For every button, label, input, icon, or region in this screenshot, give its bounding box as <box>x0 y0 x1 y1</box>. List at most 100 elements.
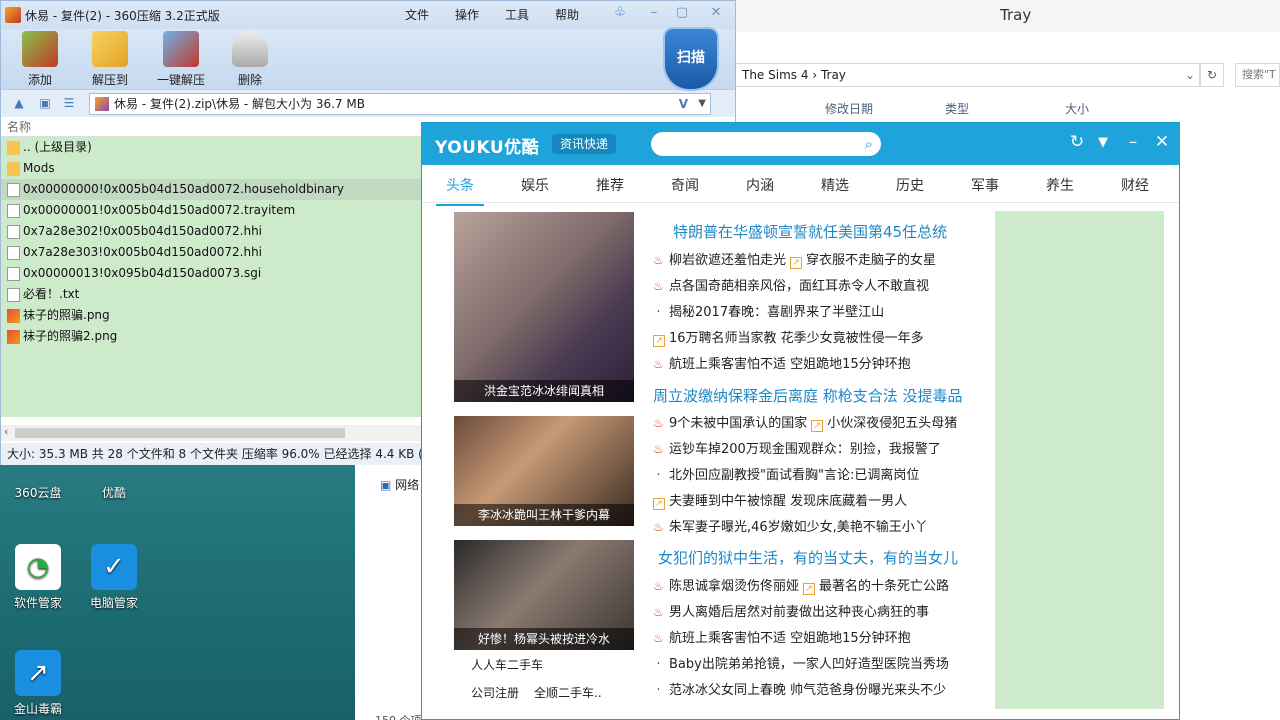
news-thumbnail[interactable]: 好惨！杨幂头被按进冷水 <box>454 540 634 650</box>
menu-operation[interactable]: 操作 <box>455 6 479 23</box>
menu-file[interactable]: 文件 <box>405 6 429 23</box>
desktop-icon-software-manager[interactable]: ◔ 软件管家 <box>3 544 73 611</box>
news-item[interactable]: · 范冰冰父女同上春晚 帅气范爸身份曝光来头不少 <box>653 679 946 698</box>
news-item[interactable]: ♨ 运钞车掉200万现金围观群众：别捡，我报警了 <box>653 438 941 457</box>
breadcrumb-sims4[interactable]: The Sims 4 <box>742 68 808 82</box>
news-thumbnail[interactable]: 李冰冰跪叫王林干爹内幕 <box>454 416 634 526</box>
close-button[interactable]: ✕ <box>705 5 727 23</box>
add-button[interactable]: 添加 <box>9 31 71 88</box>
file-name: .. (上级目录) <box>23 140 92 154</box>
news-item[interactable]: ♨ 朱军妻子曝光,46岁嫩如少女,美艳不输王小丫 <box>653 516 928 535</box>
column-modified[interactable]: 修改日期 <box>825 100 873 117</box>
nav-network[interactable]: ▣ 网络 <box>380 476 419 493</box>
list-view-icon[interactable]: ☰ <box>61 96 77 110</box>
youku-search-input[interactable]: ⌕ <box>651 132 881 156</box>
chevron-down-icon[interactable]: ⌄ <box>1185 64 1195 86</box>
network-icon: ▣ <box>380 478 392 492</box>
news-thumbnail[interactable]: 洪金宝范冰冰绯闻真相 <box>454 212 634 402</box>
file-icon <box>7 183 20 197</box>
link-company-registration[interactable]: 公司注册 <box>471 684 519 701</box>
explorer-search-input[interactable]: 搜索"T <box>1235 63 1280 87</box>
news-item[interactable]: ♨ 航班上乘客害怕不适 空姐跪地15分钟环抱 <box>653 627 911 646</box>
tab-0[interactable]: 头条 <box>430 175 490 206</box>
thumbnail-view-icon[interactable]: ▣ <box>37 96 53 110</box>
dropdown-icon[interactable]: ▼ <box>1092 135 1114 150</box>
skin-icon[interactable]: ♧ <box>609 5 631 23</box>
extract-folder-icon <box>92 31 128 67</box>
bullet-icon: · <box>656 657 661 672</box>
scrollbar-thumb[interactable] <box>15 428 345 438</box>
news-item[interactable]: ♨ 9个未被中国承认的国家 ↗ 小伙深夜侵犯五头母猪 <box>653 412 957 432</box>
flame-icon: ♨ <box>653 357 664 371</box>
maximize-button[interactable]: ▢ <box>671 5 693 23</box>
refresh-icon[interactable]: ↻ <box>1066 132 1088 152</box>
chevron-down-icon[interactable]: ▼ <box>698 94 706 114</box>
tab-7[interactable]: 军事 <box>955 175 1015 195</box>
up-arrow-icon[interactable]: ▲ <box>11 96 27 110</box>
tab-9[interactable]: 财经 <box>1105 175 1165 195</box>
flame-icon: ♨ <box>653 442 664 456</box>
tab-5[interactable]: 精选 <box>805 175 865 195</box>
scan-button[interactable]: 扫描 <box>665 29 717 89</box>
tab-6[interactable]: 历史 <box>880 175 940 195</box>
news-text-secondary[interactable]: 最著名的十条死亡公路 <box>819 579 949 594</box>
horizontal-scrollbar[interactable]: ‹ <box>1 425 421 441</box>
news-item[interactable]: · 揭秘2017春晚：喜剧界来了半壁江山 <box>653 301 884 320</box>
close-icon[interactable]: ✕ <box>1151 132 1173 152</box>
zip-pathbar: ▲ ▣ ☰ 休易 - 复件(2).zip\休易 - 解包大小为 36.7 MB … <box>1 89 735 117</box>
tab-8[interactable]: 养生 <box>1030 175 1090 195</box>
news-express-tag[interactable]: 资讯快递 <box>552 134 617 154</box>
minimize-icon[interactable]: – <box>1122 132 1144 152</box>
news-item[interactable]: ♨ 陈思诚拿烟烫伤佟丽娅 ↗ 最著名的十条死亡公路 <box>653 575 949 595</box>
delete-button[interactable]: 删除 <box>219 31 281 88</box>
tab-2[interactable]: 推荐 <box>580 175 640 195</box>
news-text-secondary[interactable]: 小伙深夜侵犯五头母猪 <box>827 416 957 431</box>
tab-1[interactable]: 娱乐 <box>505 175 565 195</box>
desktop-icon-pc-manager[interactable]: ✓ 电脑管家 <box>79 544 149 611</box>
extract-to-button[interactable]: 解压到 <box>79 31 141 88</box>
news-item[interactable]: · 北外回应副教授"面试看胸"言论:已调离岗位 <box>653 464 919 483</box>
explorer-address-bar[interactable]: The Sims 4 › Tray ⌄ <box>735 63 1200 87</box>
breadcrumb-separator-icon: › <box>812 68 821 82</box>
news-item[interactable]: ♨ 柳岩欲遮还羞怕走光 ↗ 穿衣服不走脑子的女星 <box>653 249 936 269</box>
item-count: 150 个项 <box>375 712 422 720</box>
link-transit-used-cars[interactable]: 全顺二手车.. <box>534 684 602 701</box>
file-icon <box>7 288 20 302</box>
menu-help[interactable]: 帮助 <box>555 6 579 23</box>
menu-tools[interactable]: 工具 <box>505 6 529 23</box>
headline[interactable]: 女犯们的狱中生活，有的当丈夫，有的当女儿 <box>658 547 958 568</box>
news-text-secondary[interactable]: 穿衣服不走脑子的女星 <box>806 253 936 268</box>
scroll-left-icon[interactable]: ‹ <box>4 425 8 438</box>
news-item[interactable]: ♨ 点各国奇葩相亲风俗，面红耳赤令人不敢直视 <box>653 275 929 294</box>
image-file-icon <box>7 309 20 323</box>
news-item[interactable]: ↗ 夫妻睡到中午被惊醒 发现床底藏着一男人 <box>653 490 907 510</box>
file-name: 袜子的照骗2.png <box>23 329 118 343</box>
breadcrumb-tray[interactable]: Tray <box>821 68 846 82</box>
column-type[interactable]: 类型 <box>945 100 969 117</box>
news-item[interactable]: ♨ 男人离婚后居然对前妻做出这种丧心病狂的事 <box>653 601 929 620</box>
news-text: 范冰冰父女同上春晚 帅气范爸身份曝光来头不少 <box>669 683 947 698</box>
link-used-cars[interactable]: 人人车二手车 <box>471 656 543 673</box>
minimize-button[interactable]: – <box>643 5 665 23</box>
zip-path-input[interactable]: 休易 - 复件(2).zip\休易 - 解包大小为 36.7 MB V ▼ <box>89 93 711 115</box>
trend-icon: ↗ <box>803 583 816 595</box>
news-text: 北外回应副教授"面试看胸"言论:已调离岗位 <box>669 468 920 483</box>
one-click-extract-button[interactable]: 一键解压 <box>149 31 213 88</box>
file-name: Mods <box>23 161 55 175</box>
add-archive-icon <box>22 31 58 67</box>
tab-4[interactable]: 内涵 <box>730 175 790 195</box>
v-logo-icon: V <box>678 97 688 111</box>
search-icon[interactable]: ⌕ <box>865 135 873 153</box>
headline[interactable]: 周立波缴纳保释金后离庭 称枪支合法 没提毒品 <box>653 385 963 406</box>
flame-icon: ♨ <box>653 416 664 430</box>
tab-3[interactable]: 奇闻 <box>655 175 715 195</box>
refresh-button[interactable]: ↻ <box>1200 63 1224 87</box>
news-item[interactable]: ♨ 航班上乘客害怕不适 空姐跪地15分钟环抱 <box>653 353 911 372</box>
app-logo-icon <box>5 7 21 23</box>
news-item[interactable]: ↗ 16万聘名师当家教 花季少女竟被性侵一年多 <box>653 327 924 347</box>
column-size[interactable]: 大小 <box>1065 100 1089 117</box>
headline[interactable]: 特朗普在华盛顿宣誓就任美国第45任总统 <box>673 221 947 242</box>
file-name: 必看！.txt <box>23 287 80 301</box>
news-item[interactable]: · Baby出院弟弟抢镜，一家人凹好造型医院当秀场 <box>653 653 948 672</box>
desktop-icon-kingsoft[interactable]: ↗ 金山毒霸 <box>3 650 73 717</box>
